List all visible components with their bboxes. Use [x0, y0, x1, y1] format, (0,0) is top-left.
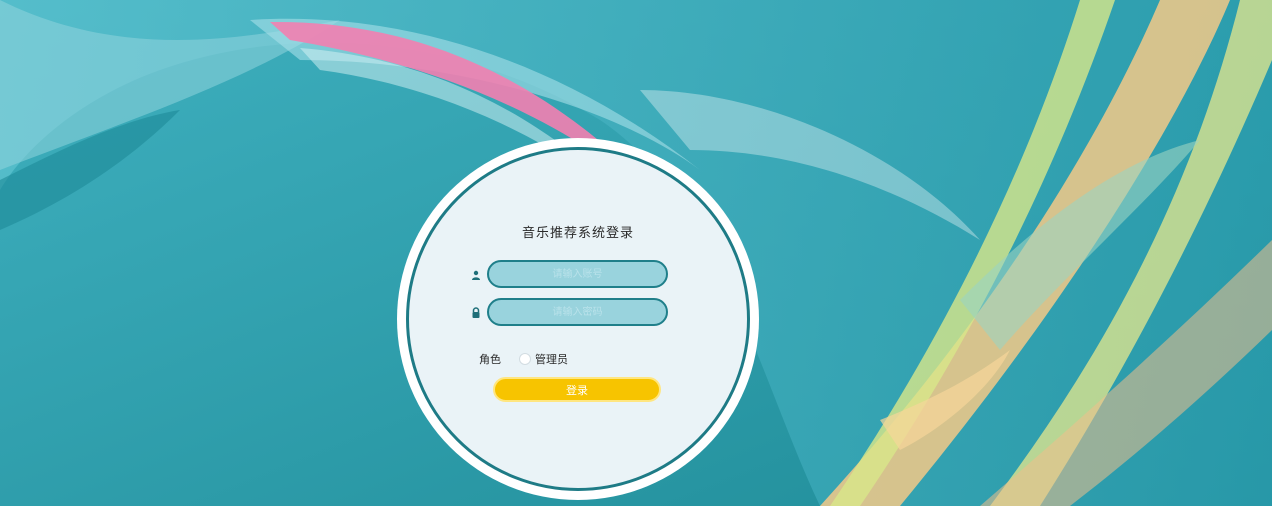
role-radio-admin[interactable]	[519, 353, 531, 365]
user-icon	[472, 270, 480, 280]
login-button[interactable]: 登录	[493, 377, 661, 402]
username-input[interactable]	[487, 260, 668, 288]
login-panel: 音乐推荐系统登录 角色 管理员 登录	[397, 138, 759, 500]
login-panel-inner: 音乐推荐系统登录 角色 管理员 登录	[406, 147, 750, 491]
role-option-label[interactable]: 管理员	[535, 351, 568, 367]
login-title: 音乐推荐系统登录	[521, 226, 634, 241]
role-label: 角色	[479, 353, 501, 366]
lock-icon	[472, 307, 480, 318]
password-input[interactable]	[487, 298, 668, 326]
